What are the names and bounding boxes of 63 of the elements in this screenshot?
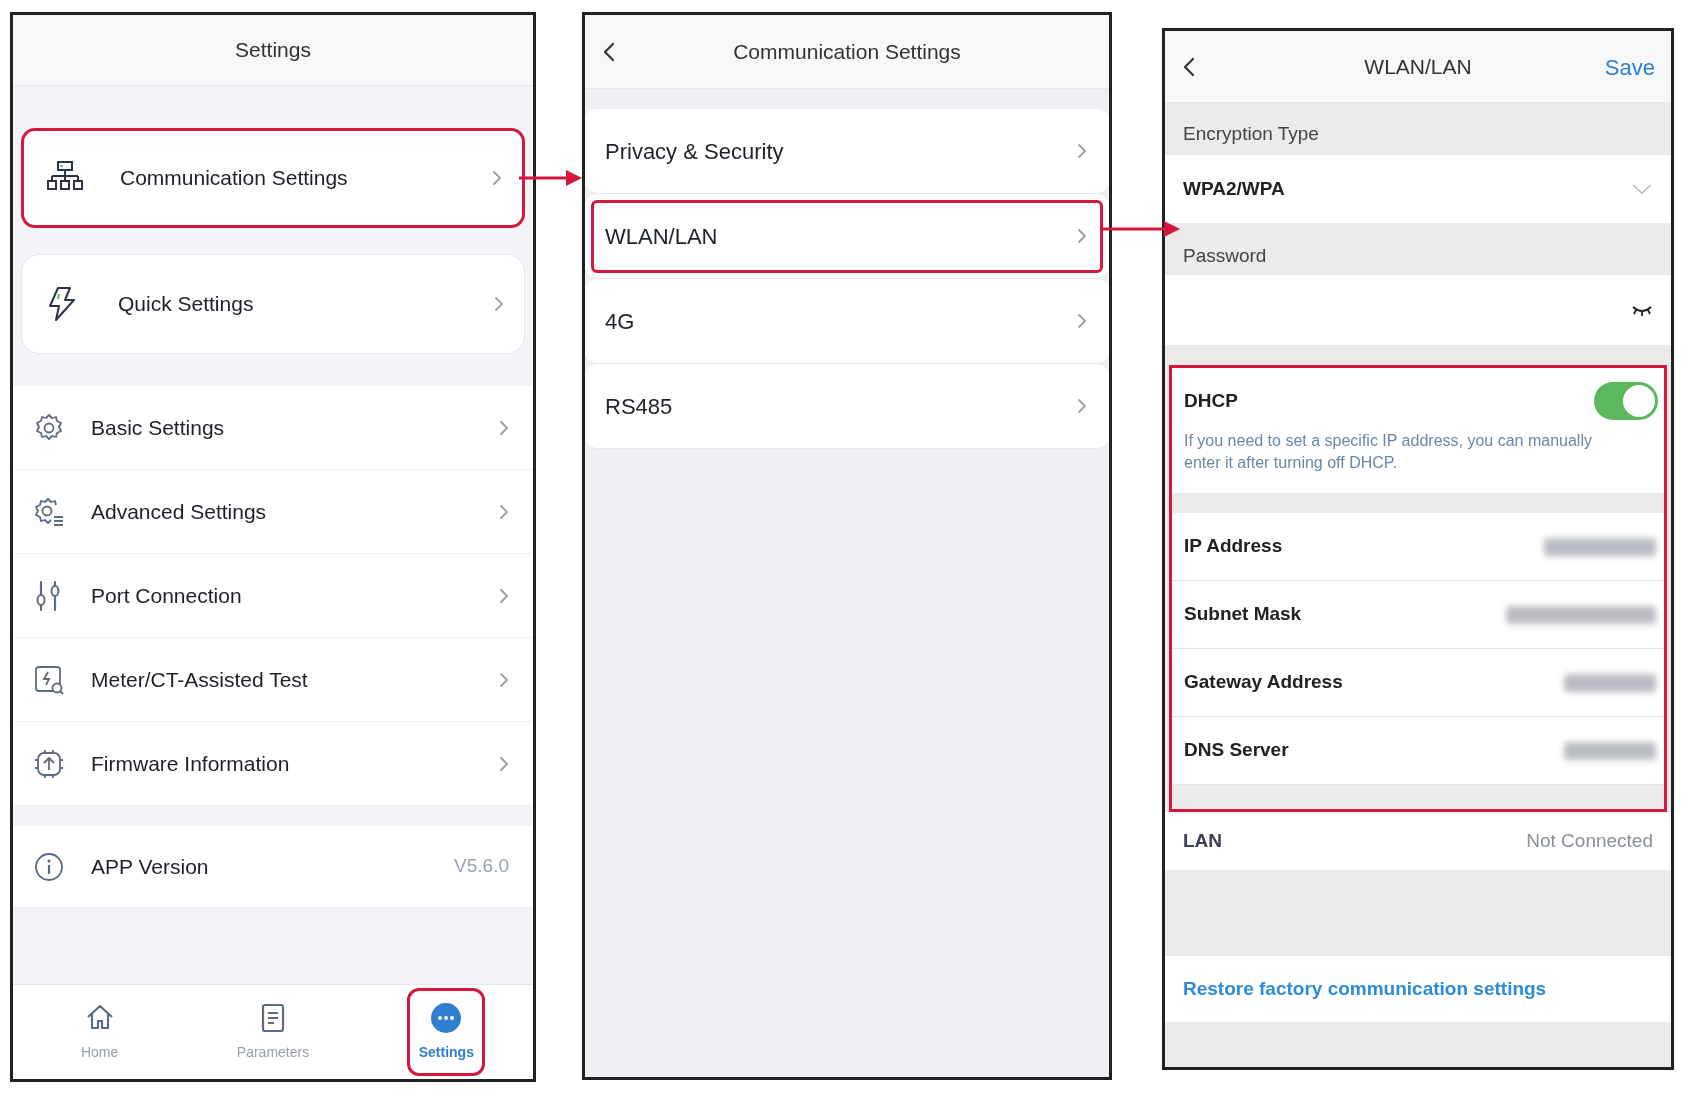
more-icon: [430, 1001, 463, 1034]
chevron-icon: [499, 755, 509, 772]
menu-card[interactable]: Communication Settings: [21, 128, 525, 228]
menu-label: Firmware Information: [91, 750, 291, 777]
hint-text: If you need to set a specific IP address, you can manually enter it after turning off DHCP.: [1184, 431, 1593, 473]
menu-row[interactable]: Advanced Settings: [13, 470, 533, 554]
menu-row[interactable]: Basic Settings: [13, 386, 533, 470]
save-button[interactable]: Save: [1604, 50, 1655, 83]
back-icon: [1183, 56, 1195, 77]
menu-label: Communication Settings: [120, 165, 349, 192]
chevron-icon: [492, 170, 502, 186]
version-label: APP Version: [91, 853, 210, 880]
hide-password-icon[interactable]: [1631, 304, 1653, 316]
row-label: WLAN/LAN: [605, 222, 719, 251]
chevron-icon: [494, 296, 504, 312]
menu-row[interactable]: Port Connection: [13, 554, 533, 638]
toggle-label: DHCP: [1184, 388, 1238, 413]
screen-title: Communication Settings: [733, 38, 961, 65]
screen-title: Settings: [235, 37, 311, 64]
chevron-icon: [1077, 398, 1087, 414]
chevron-icon: [1077, 143, 1087, 159]
field-label: Gateway Address: [1184, 670, 1344, 695]
section-label: Password: [1183, 243, 1267, 268]
settings-row[interactable]: WLAN/LAN: [585, 194, 1109, 279]
row-label: Privacy & Security: [605, 137, 785, 166]
chevron-icon: [499, 419, 509, 436]
chevron-down-icon: [1631, 183, 1653, 195]
settings-row[interactable]: Privacy & Security: [585, 109, 1109, 194]
chevron-icon: [1077, 228, 1087, 244]
arrow: [519, 169, 582, 187]
status-value: Not Connected: [1526, 828, 1653, 853]
menu-label: Port Connection: [91, 582, 243, 609]
info-icon: [33, 850, 65, 883]
menu-card[interactable]: Quick Settings: [21, 254, 525, 354]
settings-row[interactable]: 4G: [585, 279, 1109, 364]
row-label: RS485: [605, 392, 674, 421]
menu-row[interactable]: Meter/CT-Assisted Test: [13, 638, 533, 722]
version-value: V5.6.0: [454, 854, 509, 879]
chevron-icon: [1077, 313, 1087, 329]
gear-list-icon: [33, 495, 65, 528]
back-icon: [603, 41, 615, 62]
dropdown-field[interactable]: WPA2/WPA: [1165, 155, 1671, 223]
menu-label: Meter/CT-Assisted Test: [91, 666, 309, 693]
menu-label: Basic Settings: [91, 414, 226, 441]
field-label: Subnet Mask: [1184, 602, 1303, 627]
field-label: DNS Server: [1184, 738, 1290, 763]
row-label: 4G: [605, 307, 636, 336]
chevron-icon: [499, 503, 509, 520]
tab-button[interactable]: Settings: [407, 988, 486, 1076]
password-field[interactable]: [1165, 275, 1671, 345]
chip-upload-icon: [33, 747, 65, 780]
menu-label: Advanced Settings: [91, 498, 268, 525]
test-search-icon: [33, 663, 65, 696]
chevron-icon: [499, 587, 509, 604]
settings-row[interactable]: RS485: [585, 364, 1109, 449]
toggle-switch[interactable]: [1594, 382, 1658, 420]
section-label: Encryption Type: [1183, 121, 1319, 146]
menu-row[interactable]: Firmware Information: [13, 722, 533, 806]
field-label: IP Address: [1184, 534, 1284, 559]
menu-label: Quick Settings: [118, 291, 255, 318]
chevron-icon: [499, 671, 509, 688]
status-label: LAN: [1183, 828, 1224, 853]
screen-title: WLAN/LAN: [1364, 53, 1472, 80]
